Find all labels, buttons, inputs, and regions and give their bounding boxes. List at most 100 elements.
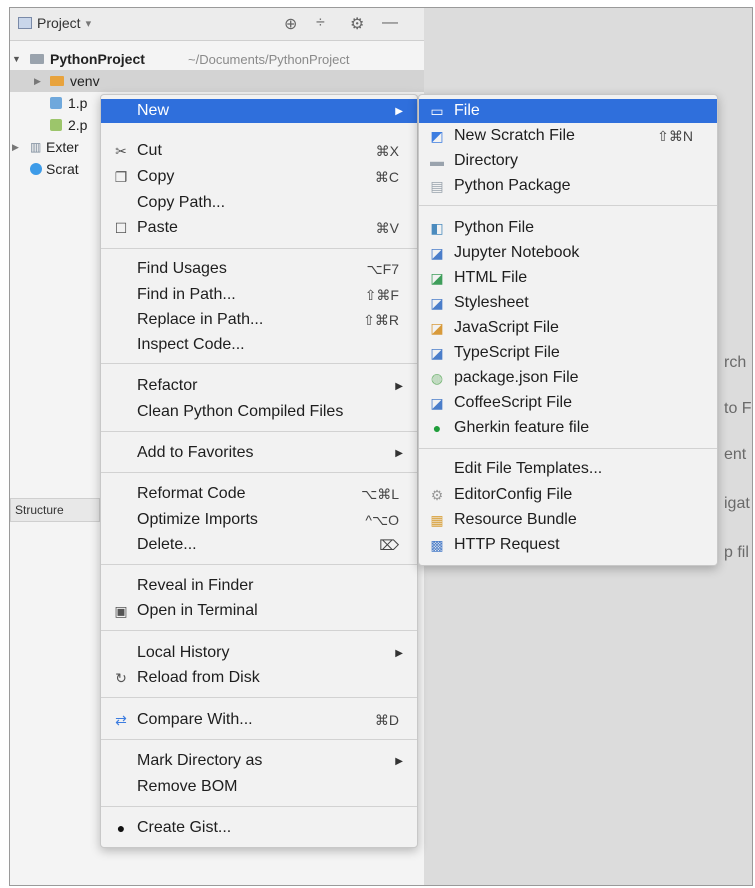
terminal-icon: ▣ xyxy=(114,602,128,619)
project-view-selector[interactable]: Project ▾ xyxy=(18,15,91,31)
menu-item-copy[interactable]: ❐ Copy ⌘C xyxy=(101,165,417,189)
submenu-item-file[interactable]: ▭ File xyxy=(419,99,717,123)
submenu-item-typescript-file[interactable]: ◪ TypeScript File xyxy=(419,341,717,365)
submenu-item-stylesheet[interactable]: ◪ Stylesheet xyxy=(419,291,717,315)
menu-item-reformat-code[interactable]: Reformat Code ⌥⌘L xyxy=(101,482,417,506)
menu-item-open-in-terminal[interactable]: ▣ Open in Terminal xyxy=(101,599,417,623)
tab-structure[interactable]: Structure xyxy=(10,498,100,522)
menu-item-replace-in-path[interactable]: Replace in Path... ⇧⌘R xyxy=(101,308,417,332)
menu-item-find-in-path[interactable]: Find in Path... ⇧⌘F xyxy=(101,283,417,307)
tree-item-label: venv xyxy=(70,73,100,89)
collapse-all-icon[interactable]: ÷ xyxy=(316,14,325,32)
submenu-item-python-file[interactable]: ◧ Python File xyxy=(419,216,717,240)
resource-bundle-icon: ▦ xyxy=(430,511,444,528)
submenu-item-new-scratch-file[interactable]: ◩ New Scratch File ⇧⌘N xyxy=(419,124,717,148)
editor-hint: rch xyxy=(724,354,747,371)
editor-hint: p fil xyxy=(724,544,749,561)
menu-item-mark-directory-as[interactable]: Mark Directory as ▶ xyxy=(101,749,417,773)
menu-item-clean-python-compiled[interactable]: Clean Python Compiled Files xyxy=(101,400,417,424)
collapse-arrow-icon[interactable]: ▶ xyxy=(34,76,41,87)
menu-separator xyxy=(101,630,417,631)
folder-icon xyxy=(30,54,44,64)
submenu-item-gherkin-feature-file[interactable]: ● Gherkin feature file xyxy=(419,416,717,440)
scratch-file-icon: ◩ xyxy=(430,127,444,144)
collapse-arrow-icon[interactable]: ▶ xyxy=(12,142,19,153)
folder-icon xyxy=(50,76,64,86)
editor-hint: ent xyxy=(724,446,747,463)
menu-item-reload-from-disk[interactable]: ↻ Reload from Disk xyxy=(101,666,417,690)
submenu-item-directory[interactable]: ▬ Directory xyxy=(419,149,717,173)
submenu-item-python-package[interactable]: ▤ Python Package xyxy=(419,174,717,198)
submenu-item-resource-bundle[interactable]: ▦ Resource Bundle xyxy=(419,508,717,532)
hide-panel-icon[interactable]: — xyxy=(382,14,398,32)
package-icon: ▤ xyxy=(430,177,444,194)
menu-separator xyxy=(101,248,417,249)
context-menu: New ▶ ✂ Cut ⌘X ❐ Copy ⌘C Copy Path... ☐ … xyxy=(100,94,418,848)
editor-hint: to Fi xyxy=(724,400,753,417)
coffeescript-icon: ◪ xyxy=(430,394,444,411)
submenu-arrow-icon: ▶ xyxy=(395,380,403,392)
menu-separator xyxy=(101,431,417,432)
tree-item-label: Scrat xyxy=(46,161,79,177)
submenu-arrow-icon: ▶ xyxy=(395,447,403,459)
menu-separator xyxy=(101,697,417,698)
submenu-item-package-json-file[interactable]: ◍ package.json File xyxy=(419,366,717,390)
npm-icon: ◍ xyxy=(430,369,444,386)
locate-icon[interactable]: ⊕ xyxy=(284,14,297,34)
menu-item-create-gist[interactable]: ● Create Gist... xyxy=(101,816,417,840)
submenu-item-edit-file-templates[interactable]: Edit File Templates... xyxy=(419,457,717,481)
jupyter-icon: ◪ xyxy=(430,244,444,261)
menu-item-optimize-imports[interactable]: Optimize Imports ^⌥O xyxy=(101,508,417,532)
typescript-icon: ◪ xyxy=(430,344,444,361)
menu-item-add-to-favorites[interactable]: Add to Favorites ▶ xyxy=(101,441,417,465)
submenu-item-http-request[interactable]: ▩ HTTP Request xyxy=(419,533,717,557)
tree-root[interactable]: ▼ PythonProject ~/Documents/PythonProjec… xyxy=(10,48,424,70)
javascript-icon: ◪ xyxy=(430,319,444,336)
copy-icon: ❐ xyxy=(114,168,128,185)
menu-item-reveal-in-finder[interactable]: Reveal in Finder xyxy=(101,574,417,598)
submenu-item-editorconfig-file[interactable]: ⚙ EditorConfig File xyxy=(419,483,717,507)
scissors-icon: ✂ xyxy=(115,142,127,159)
menu-item-paste[interactable]: ☐ Paste ⌘V xyxy=(101,216,417,240)
library-icon: ▥ xyxy=(30,140,42,154)
menu-item-copy-path[interactable]: Copy Path... xyxy=(101,191,417,215)
project-view-label: Project xyxy=(37,15,81,31)
submenu-arrow-icon: ▶ xyxy=(395,647,403,659)
menu-separator xyxy=(419,448,717,449)
root-folder-name: PythonProject xyxy=(50,51,145,67)
file-icon: ▭ xyxy=(430,102,444,119)
menu-item-compare-with[interactable]: ⇄ Compare With... ⌘D xyxy=(101,708,417,732)
project-toolbar: Project ▾ ⊕ ÷ ⚙ — xyxy=(10,8,424,41)
menu-item-refactor[interactable]: Refactor ▶ xyxy=(101,374,417,398)
gear-icon[interactable]: ⚙ xyxy=(350,14,364,34)
submenu-item-jupyter-notebook[interactable]: ◪ Jupyter Notebook xyxy=(419,241,717,265)
tree-item-venv[interactable]: ▶ venv xyxy=(10,70,424,92)
menu-item-cut[interactable]: ✂ Cut ⌘X xyxy=(101,139,417,163)
menu-item-find-usages[interactable]: Find Usages ⌥F7 xyxy=(101,257,417,281)
github-icon: ● xyxy=(116,820,126,836)
expand-arrow-icon[interactable]: ▼ xyxy=(12,54,21,64)
menu-item-local-history[interactable]: Local History ▶ xyxy=(101,641,417,665)
chevron-down-icon: ▾ xyxy=(85,17,92,30)
menu-separator xyxy=(101,806,417,807)
menu-item-new[interactable]: New ▶ xyxy=(101,99,417,123)
root-folder-path: ~/Documents/PythonProject xyxy=(188,51,350,67)
http-request-icon: ▩ xyxy=(430,536,444,553)
paste-icon: ☐ xyxy=(114,219,128,236)
submenu-item-coffeescript-file[interactable]: ◪ CoffeeScript File xyxy=(419,391,717,415)
python-icon: ◧ xyxy=(430,219,444,236)
tree-item-label: 2.p xyxy=(68,117,88,133)
reload-icon: ↻ xyxy=(115,669,127,686)
python-file-icon xyxy=(50,97,62,109)
submenu-item-html-file[interactable]: ◪ HTML File xyxy=(419,266,717,290)
menu-item-remove-bom[interactable]: Remove BOM xyxy=(101,775,417,799)
menu-item-delete[interactable]: Delete... ⌦ xyxy=(101,533,417,557)
python-file-icon xyxy=(50,119,62,131)
compare-icon: ⇄ xyxy=(115,711,127,728)
submenu-arrow-icon: ▶ xyxy=(395,755,403,767)
menu-separator xyxy=(101,363,417,364)
submenu-item-javascript-file[interactable]: ◪ JavaScript File xyxy=(419,316,717,340)
menu-item-inspect-code[interactable]: Inspect Code... xyxy=(101,333,417,357)
menu-separator xyxy=(101,739,417,740)
editorconfig-icon: ⚙ xyxy=(430,486,444,503)
